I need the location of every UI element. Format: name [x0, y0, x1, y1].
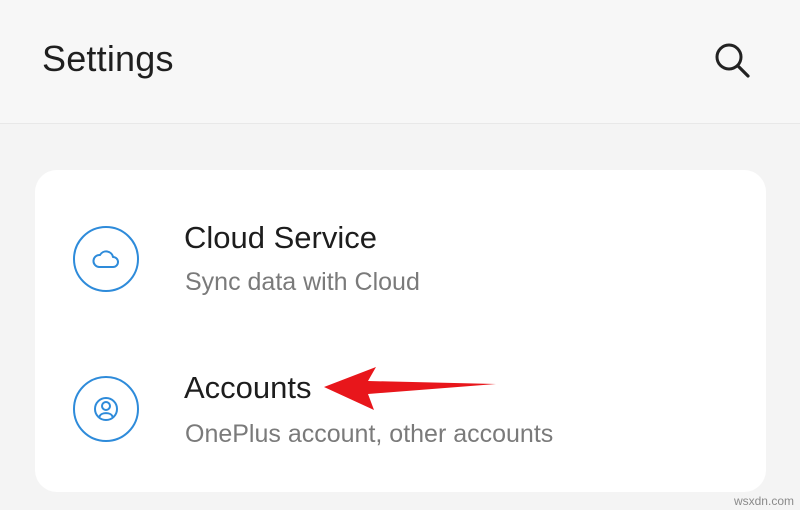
cloud-icon-badge: [73, 226, 139, 292]
settings-item-title: Cloud Service: [184, 220, 377, 255]
watermark: wsxdn.com: [733, 494, 794, 508]
settings-item-cloud-service[interactable]: Cloud Service Sync data with Cloud: [35, 180, 766, 330]
settings-item-title: Accounts: [184, 370, 312, 405]
app-bar: Settings: [0, 0, 800, 124]
settings-item-subtitle: OnePlus account, other accounts: [185, 420, 554, 448]
search-button[interactable]: [706, 34, 758, 86]
cloud-icon: [92, 250, 119, 268]
search-icon: [715, 43, 750, 78]
page-title: Settings: [42, 38, 174, 79]
settings-item-subtitle: Sync data with Cloud: [185, 268, 420, 296]
account-icon: [94, 397, 118, 421]
red-arrow-annotation: [324, 367, 496, 410]
account-icon-badge: [73, 376, 139, 442]
settings-card: Cloud Service Sync data with Cloud Accou…: [35, 170, 766, 492]
